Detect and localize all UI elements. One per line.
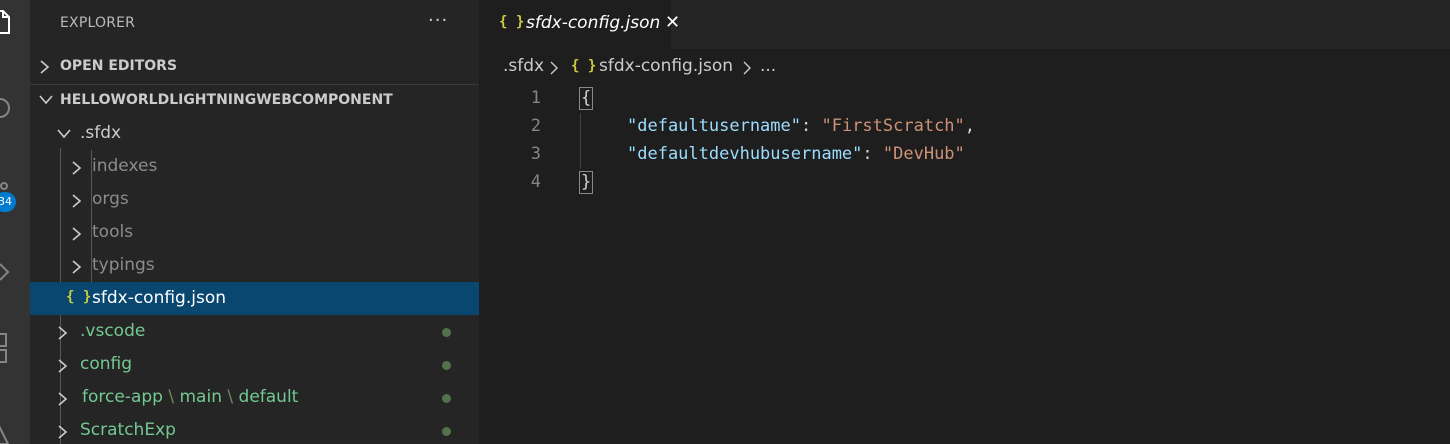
close-icon[interactable]: ✕	[665, 12, 680, 33]
chevron-right-icon	[40, 60, 50, 74]
explorer-title: EXPLORER	[60, 15, 136, 31]
tree-item-label: .sfdx	[80, 123, 122, 143]
more-actions-icon[interactable]: ···	[428, 10, 448, 31]
chevron-down-icon	[57, 129, 71, 139]
chevron-right-icon	[58, 392, 68, 406]
explorer-header: EXPLORER ···	[30, 0, 479, 48]
open-editors-title: OPEN EDITORS	[60, 58, 178, 74]
chevron-right-icon	[550, 61, 558, 75]
path-segment: force-app	[82, 387, 163, 407]
path-separator: \	[227, 387, 234, 407]
tree-item-label: force-app \ main \ default	[82, 387, 298, 407]
explorer-sidebar: EXPLORER ··· OPEN EDITORS HELLOWORLDLIGH…	[30, 0, 479, 444]
tree-item-label: tools	[92, 222, 134, 242]
json-string: "DevHub"	[882, 144, 965, 164]
files-icon[interactable]	[0, 0, 30, 40]
tree-item-label: config	[80, 354, 133, 374]
indent-guide	[580, 113, 581, 169]
code-editor[interactable]: 1 2 3 4 { "defaultusername": "FirstScrat…	[479, 85, 1450, 444]
comma: ,	[964, 116, 976, 136]
tree-item-orgs[interactable]: orgs	[30, 183, 479, 216]
breadcrumb-more[interactable]: ...	[760, 56, 776, 76]
line-number: 3	[530, 144, 541, 164]
line-number: 1	[530, 88, 541, 108]
open-editors-section[interactable]: OPEN EDITORS	[30, 50, 479, 83]
breadcrumb-file[interactable]: sfdx-config.json	[599, 56, 733, 76]
chevron-right-icon	[58, 359, 68, 373]
tree-item-force-app[interactable]: force-app \ main \ default	[30, 381, 479, 414]
path-segment: main	[179, 387, 222, 407]
breadcrumb: .sfdx { } sfdx-config.json ...	[479, 49, 1450, 85]
json-file-icon: { }	[66, 289, 92, 305]
json-file-icon: { }	[571, 58, 597, 74]
path-segment: default	[238, 387, 299, 407]
search-icon[interactable]	[0, 88, 30, 128]
json-string: "FirstScratch"	[821, 116, 965, 136]
extensions-icon[interactable]	[0, 318, 30, 363]
chevron-right-icon	[743, 61, 751, 75]
activity-bar: 34	[0, 0, 30, 444]
run-debug-icon[interactable]	[0, 250, 30, 290]
colon: :	[801, 116, 822, 136]
tree-item-indexes[interactable]: indexes	[30, 150, 479, 183]
code-line-3: "defaultdevhubusername": "DevHub"	[627, 144, 965, 164]
tree-item-scratchexp[interactable]: ScratchExp	[30, 414, 479, 444]
modified-dot	[442, 427, 451, 436]
tree-item-sfdx[interactable]: .sfdx	[30, 117, 479, 150]
tree-item-label: indexes	[92, 156, 158, 176]
tab-label: sfdx-config.json	[526, 13, 661, 33]
chevron-right-icon	[72, 260, 82, 274]
json-key: "defaultusername"	[627, 116, 801, 136]
scm-badge: 34	[0, 192, 16, 212]
tree-item-label: typings	[92, 255, 155, 275]
colon: :	[862, 144, 883, 164]
breadcrumb-folder[interactable]: .sfdx	[503, 56, 544, 76]
chevron-right-icon	[72, 227, 82, 241]
chevron-right-icon	[58, 326, 68, 340]
chevron-down-icon	[39, 95, 53, 105]
tree-item-vscode[interactable]: .vscode	[30, 315, 479, 348]
path-separator: \	[168, 387, 175, 407]
tree-item-config[interactable]: config	[30, 348, 479, 381]
tree-item-tools[interactable]: tools	[30, 216, 479, 249]
modified-dot	[442, 328, 451, 337]
modified-dot	[442, 361, 451, 370]
brace: {	[581, 88, 592, 108]
chevron-right-icon	[72, 161, 82, 175]
brace: }	[581, 172, 592, 192]
chevron-right-icon	[58, 425, 68, 439]
editor-tabs: { } sfdx-config.json ✕	[479, 0, 1450, 49]
json-file-icon: { }	[499, 14, 525, 30]
code-line-4: }	[581, 172, 591, 192]
project-section[interactable]: HELLOWORLDLIGHTNINGWEBCOMPONENT	[30, 84, 479, 117]
chevron-right-icon	[72, 194, 82, 208]
line-number: 2	[530, 116, 541, 136]
tree-item-label: sfdx-config.json	[92, 288, 227, 308]
tree-item-label: .vscode	[80, 321, 146, 341]
tree-item-sfdx-config[interactable]: { } sfdx-config.json	[30, 282, 479, 315]
line-number: 4	[530, 172, 541, 192]
json-key: "defaultdevhubusername"	[627, 144, 863, 164]
test-icon[interactable]	[0, 410, 30, 444]
project-title: HELLOWORLDLIGHTNINGWEBCOMPONENT	[60, 92, 393, 108]
tab-sfdx-config[interactable]: { } sfdx-config.json ✕	[479, 0, 680, 49]
tree-item-label: ScratchExp	[80, 420, 176, 440]
modified-dot	[442, 394, 451, 403]
tree-item-label: orgs	[92, 189, 129, 209]
tree-item-typings[interactable]: typings	[30, 249, 479, 282]
code-line-2: "defaultusername": "FirstScratch",	[627, 116, 975, 136]
code-line-1: {	[581, 88, 591, 108]
